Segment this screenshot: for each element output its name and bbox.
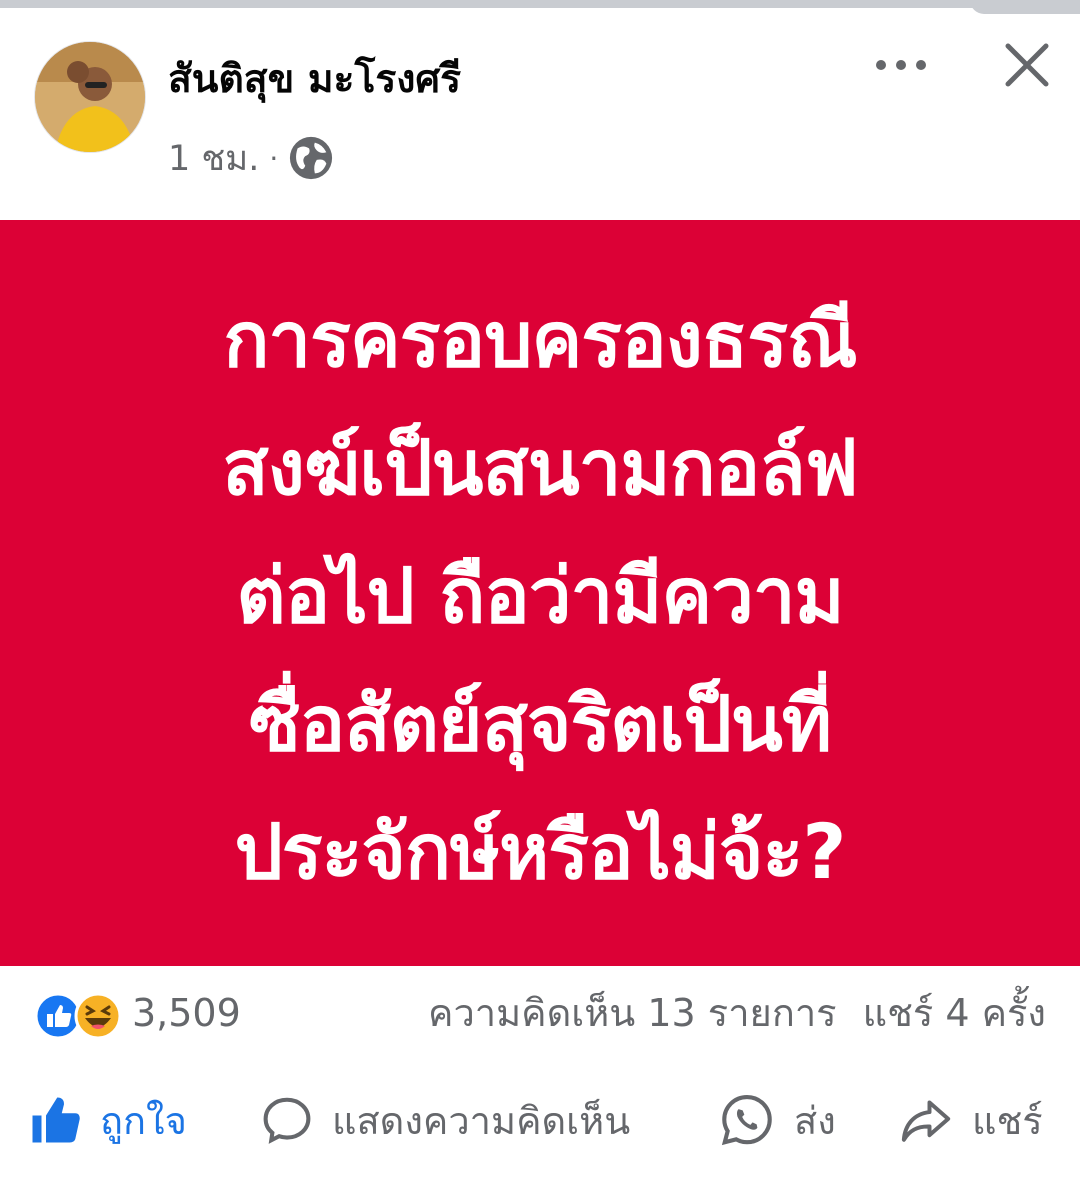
comment-icon [263,1097,311,1144]
more-icon [876,60,926,70]
reaction-icons[interactable] [34,992,122,1040]
close-button[interactable] [996,34,1058,96]
close-icon [1005,43,1049,87]
reaction-count[interactable]: 3,509 [132,988,241,1038]
banner-text: การครอบครองธรณี สงฆ์เป็นสนามกอล์ฟ ต่อไป … [0,276,1080,916]
top-divider-curve [970,0,1080,14]
post-text-banner: การครอบครองธรณี สงฆ์เป็นสนามกอล์ฟ ต่อไป … [0,220,1080,966]
like-button[interactable]: ถูกใจ [28,1080,187,1160]
like-icon [32,1097,80,1143]
more-options-button[interactable] [866,43,936,87]
comment-label: แสดงความคิดเห็น [332,1098,631,1143]
send-button[interactable]: ส่ง [718,1080,836,1160]
haha-reaction-icon [74,992,122,1040]
banner-line: ประจักษ์หรือไม่จ้ะ? [234,807,847,896]
action-bar: ถูกใจ แสดงความคิดเห็น ส่ง แชร์ [0,1080,1080,1160]
post-stats: 3,509 ความคิดเห็น 13 รายการ แชร์ 4 ครั้ง [0,984,1080,1044]
comment-button[interactable]: แสดงความคิดเห็น [260,1080,630,1160]
stats-right: ความคิดเห็น 13 รายการ แชร์ 4 ครั้ง [428,988,1046,1038]
post-time[interactable]: 1 ชม. [168,131,259,186]
meta-separator: · [269,141,279,175]
globe-icon [290,136,333,180]
avatar-photo [35,42,145,152]
banner-line: การครอบครองธรณี [223,295,857,384]
share-button[interactable]: แชร์ [898,1080,1043,1160]
post-meta: 1 ชม. · [168,132,334,184]
share-icon [901,1100,951,1142]
like-label: ถูกใจ [100,1098,187,1143]
whatsapp-icon [721,1094,772,1146]
banner-line: สงฆ์เป็นสนามกอล์ฟ [222,423,858,512]
share-count[interactable]: แชร์ 4 ครั้ง [863,988,1046,1038]
banner-line: ต่อไป ถือว่ามีความ [236,551,844,640]
share-label: แชร์ [972,1098,1043,1143]
author-name[interactable]: สันติสุข มะโรงศรี [168,50,461,110]
send-label: ส่ง [794,1098,836,1143]
comment-count[interactable]: ความคิดเห็น 13 รายการ [428,988,837,1038]
top-divider [0,0,1080,8]
avatar[interactable] [34,41,146,153]
banner-line: ซื่อสัตย์สุจริตเป็นที่ [249,679,832,768]
